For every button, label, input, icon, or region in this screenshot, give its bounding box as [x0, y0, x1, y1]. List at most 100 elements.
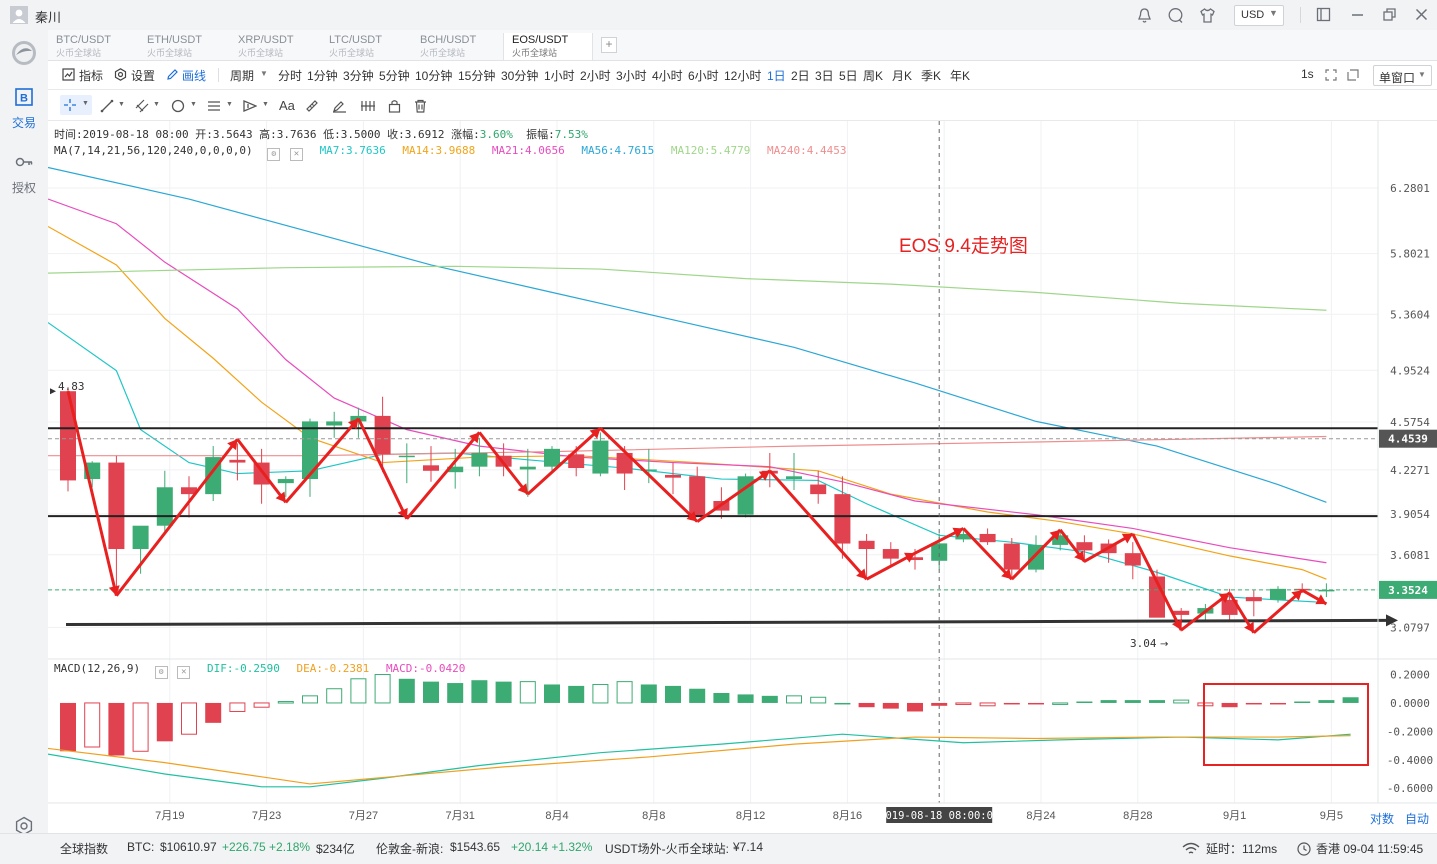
period-option[interactable]: 月K [892, 67, 912, 84]
macd-bar [689, 688, 706, 703]
candle-body [1124, 553, 1141, 566]
macd-bar [471, 680, 488, 703]
macd-bar [1149, 700, 1165, 703]
macd-bar [1052, 702, 1069, 705]
gold-price: $1543.65 [450, 840, 501, 854]
trendline-icon[interactable] [100, 99, 114, 113]
macd-bar [1270, 702, 1286, 705]
candle-body [979, 533, 996, 543]
pen-tool-icon[interactable] [332, 99, 347, 113]
restore-icon[interactable] [1382, 7, 1397, 22]
toolbar-divider [218, 68, 219, 82]
external-window-icon[interactable] [1316, 7, 1331, 22]
tab-exchange: 火币全球站 [329, 48, 375, 58]
period-option[interactable]: 1小时 [544, 67, 575, 84]
tab-btc-usdt[interactable]: BTC/USDT 火币全球站 [48, 33, 136, 58]
macd-bar [229, 702, 246, 712]
interval-label[interactable]: 1s [1301, 67, 1314, 81]
close-icon[interactable] [1414, 7, 1429, 22]
period-option[interactable]: 3分钟 [343, 67, 374, 84]
period-option[interactable]: 1分钟 [307, 67, 338, 84]
circle-shape-icon[interactable] [171, 99, 185, 113]
period-option[interactable]: 2日 [791, 67, 810, 84]
shirt-icon[interactable] [1199, 7, 1216, 24]
text-tool-icon[interactable]: Aa [279, 98, 295, 113]
period-option[interactable]: 4小时 [652, 67, 683, 84]
candle-body [60, 391, 76, 481]
x-tick-label: 7月31 [446, 810, 475, 822]
period-option[interactable]: 分时 [278, 67, 302, 84]
currency-select[interactable]: USD ▼ [1234, 5, 1284, 26]
ma-close-icon[interactable]: ✕ [289, 148, 303, 161]
crosshair-tool[interactable]: ▼ [60, 95, 92, 115]
tab-bch-usdt[interactable]: BCH/USDT 火币全球站 [412, 33, 500, 58]
magnet-icon[interactable] [360, 99, 376, 113]
period-option[interactable]: 周K [863, 67, 883, 84]
max-price-label: 4.83 [58, 380, 85, 393]
chevron-down-icon: ▼ [226, 101, 233, 108]
kline-chart[interactable]: 6.2801 5.8021 5.3604 4.9524 4.5754 4.2271 3.90… [48, 121, 1437, 833]
screenshot-icon[interactable] [1347, 69, 1359, 81]
macd-settings-icon[interactable]: ⚙ [154, 666, 168, 679]
candle-body [834, 494, 851, 544]
dea-value: DEA:-0.2381 [296, 662, 370, 675]
lock-icon[interactable] [388, 99, 401, 113]
period-option[interactable]: 15分钟 [458, 67, 495, 84]
add-tab-button[interactable]: + [601, 37, 617, 53]
period-option[interactable]: 5日 [839, 67, 858, 84]
log-scale-toggle[interactable]: 对数 [1370, 810, 1394, 827]
user-avatar-icon[interactable] [10, 6, 28, 24]
ruler-icon[interactable] [305, 99, 319, 113]
macd-bar [1221, 702, 1238, 708]
macd-bar [907, 702, 923, 712]
tab-ltc-usdt[interactable]: LTC/USDT 火币全球站 [321, 33, 409, 58]
trash-icon[interactable] [414, 99, 427, 113]
macd-bar [979, 702, 996, 707]
period-option[interactable]: 1日 [767, 67, 786, 84]
tab-xrp-usdt[interactable]: XRP/USDT 火币全球站 [230, 33, 318, 58]
period-option[interactable]: 年K [950, 67, 970, 84]
sidebar-item-authorize[interactable]: 授权 [0, 152, 48, 196]
key-icon [15, 157, 33, 167]
current-price-label: 3.3524 [1388, 584, 1428, 597]
period-option[interactable]: 季K [921, 67, 941, 84]
period-option[interactable]: 3日 [815, 67, 834, 84]
period-option[interactable]: 3小时 [616, 67, 647, 84]
btc-label: BTC: [127, 840, 155, 854]
period-option[interactable]: 6小时 [688, 67, 719, 84]
bell-icon[interactable] [1136, 7, 1153, 24]
parallel-channel-icon[interactable] [135, 99, 149, 113]
period-option[interactable]: 5分钟 [379, 67, 410, 84]
macd-close-icon[interactable]: ✕ [177, 666, 191, 679]
period-option[interactable]: 30分钟 [501, 67, 538, 84]
gold-change: +20.14 +1.32% [511, 840, 593, 854]
tab-eth-usdt[interactable]: ETH/USDT 火币全球站 [139, 33, 227, 58]
fullscreen-icon[interactable] [1325, 69, 1337, 81]
macd-bar [810, 696, 827, 704]
candle-body [1076, 542, 1093, 551]
sidebar-item-trade[interactable]: B 交易 [0, 87, 48, 131]
period-option[interactable]: 2小时 [580, 67, 611, 84]
ma-settings-icon[interactable]: ⚙ [267, 148, 281, 161]
macd-bar [447, 683, 464, 703]
pattern-icon[interactable] [243, 99, 257, 113]
x-tick-label: 8月12 [736, 810, 765, 822]
chat-icon[interactable] [1167, 7, 1184, 24]
macd-bar [1245, 702, 1262, 705]
period-dropdown[interactable]: 周期 ▼ [230, 67, 270, 83]
window-mode-select[interactable]: 单窗口 ▼ [1373, 65, 1432, 86]
minimize-icon[interactable] [1350, 7, 1365, 22]
global-index-label[interactable]: 全球指数 [60, 840, 108, 857]
macd-bar [181, 702, 197, 735]
period-option[interactable]: 12小时 [724, 67, 761, 84]
app-logo-icon[interactable] [11, 40, 37, 66]
chart-area[interactable]: 6.2801 5.8021 5.3604 4.9524 4.5754 4.2271 3.90… [48, 121, 1437, 833]
period-option[interactable]: 10分钟 [415, 67, 452, 84]
tab-eos-usdt[interactable]: EOS/USDT 火币全球站 [503, 33, 593, 60]
macd-bar [1003, 702, 1020, 705]
fibonacci-icon[interactable] [207, 99, 221, 113]
auto-scale-toggle[interactable]: 自动 [1405, 810, 1429, 827]
btc-price: $10610.97 [160, 840, 217, 854]
macd-bar [737, 694, 754, 703]
candle-body [423, 465, 439, 471]
